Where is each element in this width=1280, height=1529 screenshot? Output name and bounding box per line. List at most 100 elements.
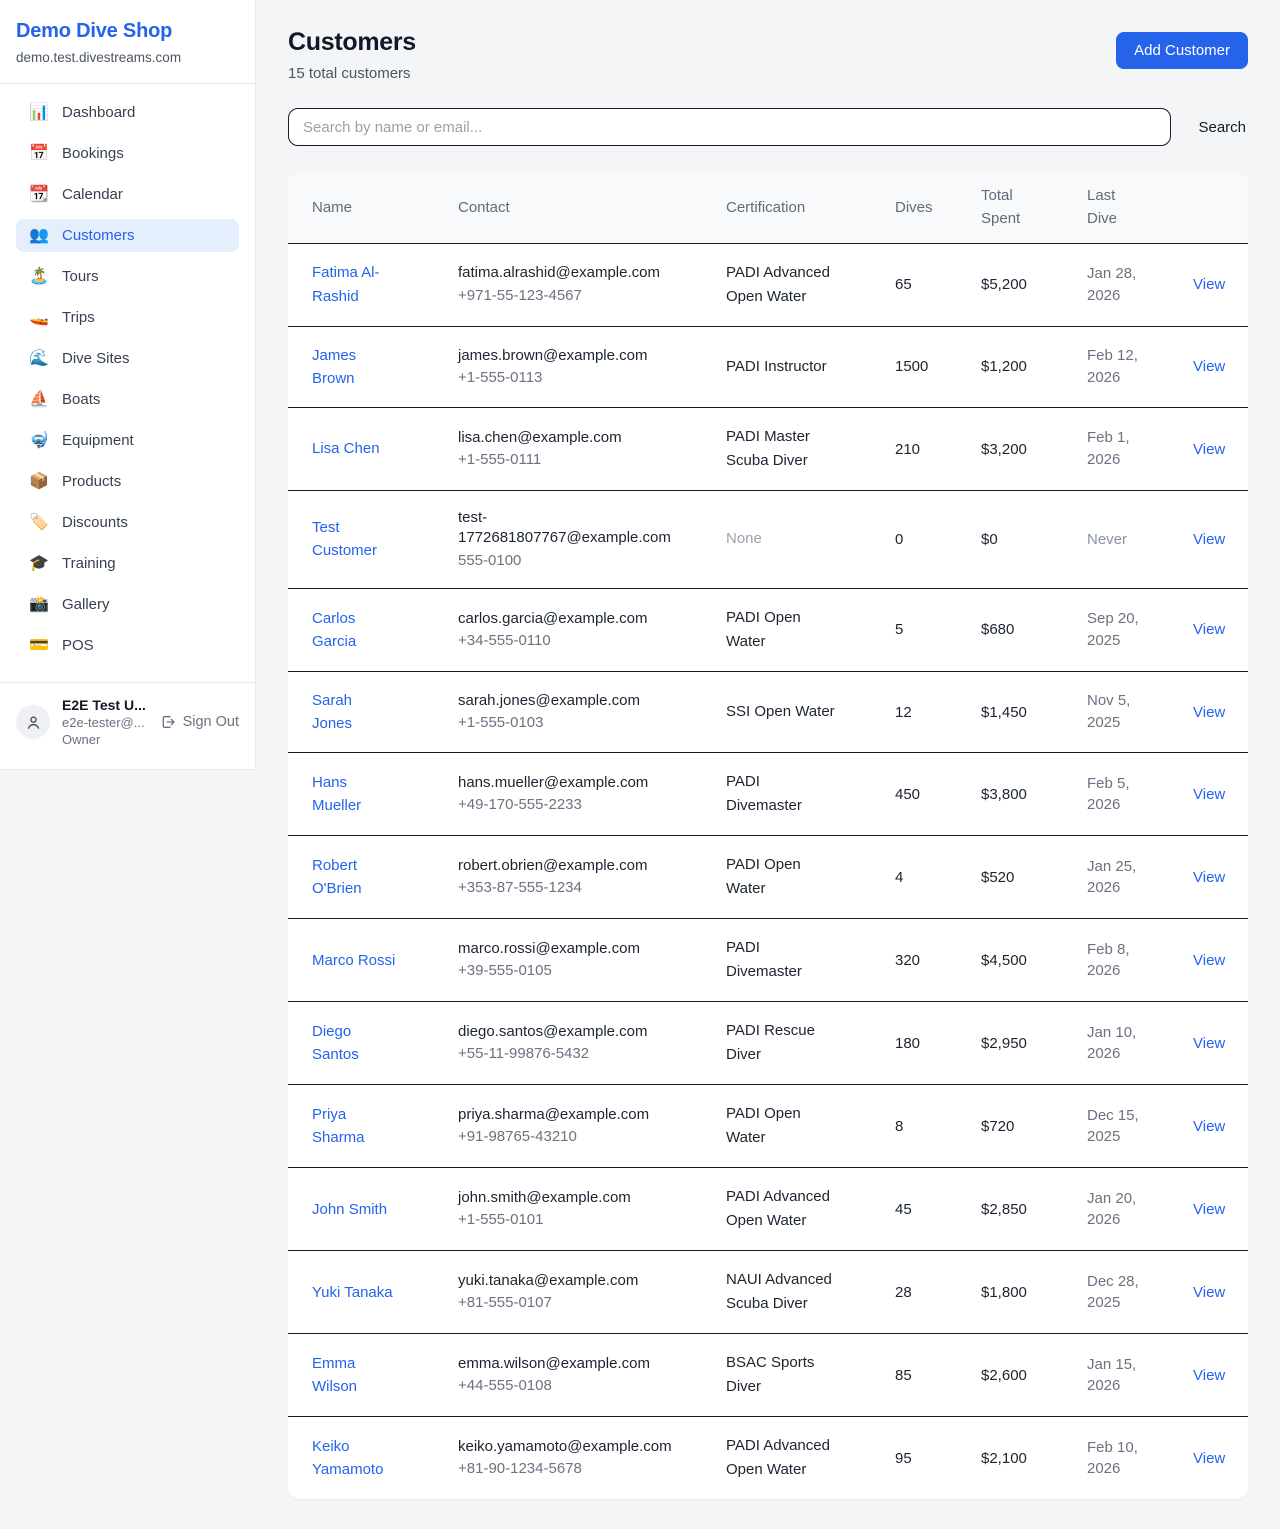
sign-out-button[interactable]: Sign Out [160,714,239,730]
customer-dives: 1500 [895,358,928,375]
customer-name-link[interactable]: Priya Sharma [312,1103,396,1150]
view-customer-link[interactable]: View [1193,1367,1225,1384]
customer-name-link[interactable]: Fatima Al-Rashid [312,261,396,308]
customer-name-link[interactable]: Keiko Yamamoto [312,1435,396,1482]
customers-table: NameContactCertificationDivesTotal Spent… [288,172,1248,1499]
view-customer-link[interactable]: View [1193,952,1225,969]
column-header: Name [288,172,446,243]
view-customer-link[interactable]: View [1193,1201,1225,1218]
customer-certification: PADI Advanced Open Water [726,1434,838,1482]
customer-last-dive: Dec 15, 2025 [1087,1105,1145,1149]
page-title: Customers [288,28,416,57]
search-input[interactable] [288,108,1171,146]
customer-name-link[interactable]: Test Customer [312,516,396,563]
customer-email: lisa.chen@example.com [458,428,673,448]
view-customer-link[interactable]: View [1193,621,1225,638]
customer-total-spent: $4,500 [981,952,1027,969]
view-customer-link[interactable]: View [1193,1284,1225,1301]
table-row: Sarah Jones sarah.jones@example.com +1-5… [288,671,1248,753]
search-button[interactable]: Search [1196,113,1248,142]
customer-total-spent: $1,450 [981,704,1027,721]
sidebar-item-equipment[interactable]: 🤿 Equipment [16,424,239,457]
sidebar-item-boats[interactable]: ⛵ Boats [16,383,239,416]
customer-total-spent: $1,200 [981,358,1027,375]
sidebar-item-tours[interactable]: 🏝️ Tours [16,260,239,293]
customer-last-dive: Feb 12, 2026 [1087,345,1145,389]
customer-name-link[interactable]: James Brown [312,344,396,391]
shop-domain: demo.test.divestreams.com [16,50,239,65]
customer-phone: +81-555-0107 [458,1293,702,1313]
customer-name-link[interactable]: Carlos Garcia [312,607,396,654]
user-info: E2E Test U... e2e-tester@... Owner [62,697,148,747]
sidebar-item-products[interactable]: 📦 Products [16,465,239,498]
table-row: Hans Mueller hans.mueller@example.com +4… [288,753,1248,836]
sidebar-item-training[interactable]: 🎓 Training [16,547,239,580]
customer-name-link[interactable]: Diego Santos [312,1020,396,1067]
sidebar-item-calendar[interactable]: 📆 Calendar [16,178,239,211]
customer-email: hans.mueller@example.com [458,773,673,793]
customer-total-spent: $3,200 [981,441,1027,458]
sign-out-label: Sign Out [183,714,239,730]
customer-name-link[interactable]: Lisa Chen [312,437,380,460]
view-customer-link[interactable]: View [1193,1450,1225,1467]
sidebar-item-customers[interactable]: 👥 Customers [16,219,239,252]
sidebar-item-dive-sites[interactable]: 🌊 Dive Sites [16,342,239,375]
page-header: Customers 15 total customers Add Custome… [288,28,1248,82]
add-customer-button[interactable]: Add Customer [1116,32,1248,69]
column-header: Last Dive [1075,172,1181,243]
customer-last-dive: Feb 5, 2026 [1087,773,1145,817]
view-customer-link[interactable]: View [1193,1035,1225,1052]
customer-certification: PADI Divemaster [726,936,838,984]
dive-sites-icon: 🌊 [29,351,49,367]
table-row: Carlos Garcia carlos.garcia@example.com … [288,588,1248,671]
customer-phone: +34-555-0110 [458,631,702,651]
customer-certification: PADI Divemaster [726,770,838,818]
avatar [16,705,50,739]
view-customer-link[interactable]: View [1193,531,1225,548]
view-customer-link[interactable]: View [1193,358,1225,375]
customer-last-dive: Sep 20, 2025 [1087,608,1145,652]
table-row: John Smith john.smith@example.com +1-555… [288,1168,1248,1251]
view-customer-link[interactable]: View [1193,441,1225,458]
pos-icon: 💳 [29,638,49,654]
sidebar-item-gallery[interactable]: 📸 Gallery [16,588,239,621]
customer-last-dive: Feb 1, 2026 [1087,427,1145,471]
view-customer-link[interactable]: View [1193,786,1225,803]
customer-email: test-1772681807767@example.com [458,508,673,549]
column-header: Certification [714,172,883,243]
customer-name-link[interactable]: Marco Rossi [312,949,395,972]
customer-total-spent: $680 [981,621,1014,638]
sidebar-item-trips[interactable]: 🚤 Trips [16,301,239,334]
user-section: E2E Test U... e2e-tester@... Owner Sign … [0,682,255,759]
customer-name-link[interactable]: Robert O'Brien [312,854,396,901]
sidebar-nav: 📊 Dashboard 📅 Bookings 📆 Calendar 👥 Cust… [0,84,255,676]
view-customer-link[interactable]: View [1193,276,1225,293]
customer-certification: PADI Rescue Diver [726,1019,838,1067]
customer-last-dive: Jan 25, 2026 [1087,856,1145,900]
customer-email: carlos.garcia@example.com [458,609,673,629]
gallery-icon: 📸 [29,597,49,613]
customer-phone: +49-170-555-2233 [458,795,702,815]
view-customer-link[interactable]: View [1193,704,1225,721]
sidebar-item-bookings[interactable]: 📅 Bookings [16,137,239,170]
sidebar-item-dashboard[interactable]: 📊 Dashboard [16,96,239,129]
customer-last-dive: Feb 10, 2026 [1087,1437,1145,1481]
customer-last-dive: Jan 28, 2026 [1087,263,1145,307]
customer-total-spent: $2,600 [981,1367,1027,1384]
view-customer-link[interactable]: View [1193,869,1225,886]
customer-name-link[interactable]: Hans Mueller [312,771,396,818]
customer-name-link[interactable]: Yuki Tanaka [312,1281,393,1304]
table-header: NameContactCertificationDivesTotal Spent… [288,172,1248,243]
customer-phone: 555-0100 [458,551,702,571]
customer-dives: 12 [895,704,912,721]
sidebar-item-discounts[interactable]: 🏷️ Discounts [16,506,239,539]
customer-name-link[interactable]: Sarah Jones [312,689,396,736]
customer-name-link[interactable]: Emma Wilson [312,1352,396,1399]
sidebar-item-pos[interactable]: 💳 POS [16,629,239,662]
table-body: Fatima Al-Rashid fatima.alrashid@example… [288,243,1248,1499]
customer-dives: 0 [895,531,903,548]
view-customer-link[interactable]: View [1193,1118,1225,1135]
customer-name-link[interactable]: John Smith [312,1198,387,1221]
customer-total-spent: $2,100 [981,1450,1027,1467]
customer-dives: 45 [895,1201,912,1218]
